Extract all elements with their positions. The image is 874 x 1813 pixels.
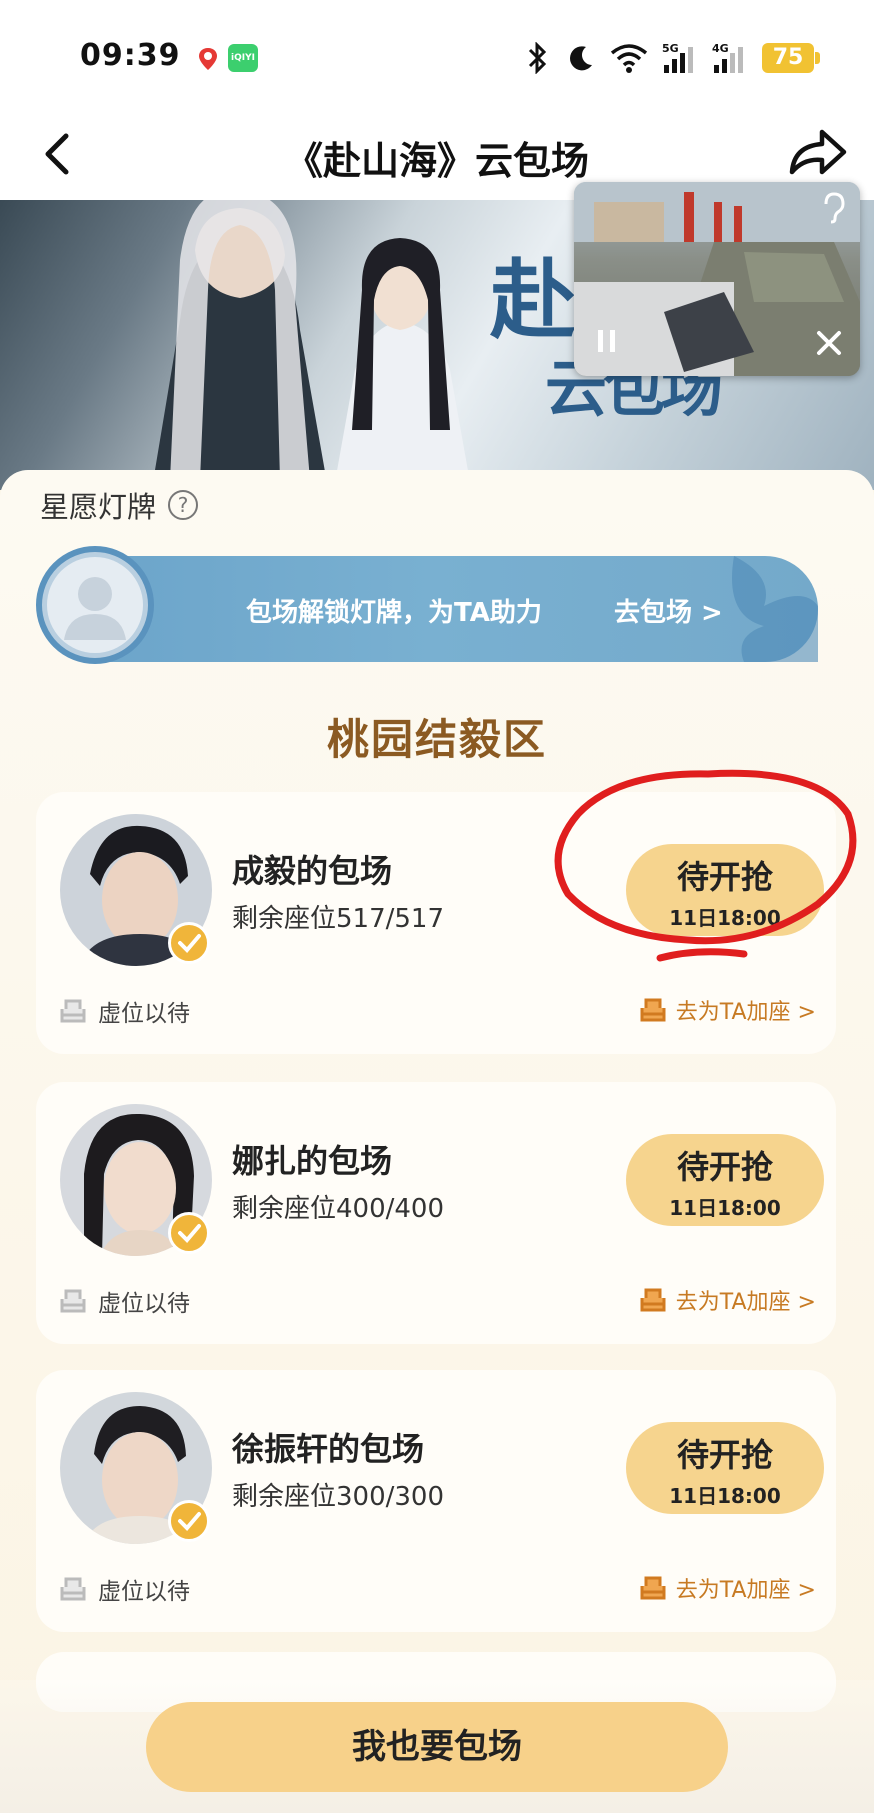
seat-icon (640, 1576, 666, 1600)
verified-badge-icon (168, 922, 210, 964)
help-icon[interactable]: ? (168, 490, 199, 520)
add-seat-label: 去为TA加座 > (675, 1000, 816, 1025)
signal-4g-icon: 4G (712, 42, 743, 73)
booking-name: 徐振轩的包场 (232, 1430, 425, 1468)
grab-button[interactable]: 待开抢 11日18:00 (626, 1134, 824, 1226)
grab-button-label: 待开抢 (676, 1436, 773, 1474)
unlock-text: 包场解锁灯牌，为TA助力 (246, 598, 542, 628)
floating-video-player[interactable] (574, 182, 860, 376)
placeholder-avatar (36, 546, 154, 664)
seats-remaining: 剩余座位300/300 (232, 1482, 445, 1512)
wifi-icon (610, 44, 648, 73)
status-icons: 5G 4G 75 (524, 40, 820, 76)
add-seat-label: 去为TA加座 > (675, 1290, 816, 1315)
seat-icon (60, 1289, 86, 1313)
add-seat-label: 去为TA加座 > (675, 1578, 816, 1603)
grab-button-label: 待开抢 (676, 1148, 773, 1186)
share-icon[interactable] (784, 122, 850, 182)
seat-icon (640, 998, 666, 1022)
iqiyi-app-icon: iQIYI (228, 44, 258, 72)
seats-remaining: 剩余座位400/400 (232, 1194, 445, 1224)
empty-seat-row: 虚位以待 (58, 1284, 190, 1318)
seat-icon (60, 999, 86, 1023)
verified-badge-icon (168, 1500, 210, 1542)
bluetooth-icon (528, 42, 547, 74)
status-bar: 09:39 iQIYI 5G 4G 75 (0, 0, 874, 110)
zone-title: 桃园结毅区 (326, 715, 547, 764)
empty-seat-label: 虚位以待 (98, 1001, 190, 1027)
close-icon[interactable] (812, 326, 846, 360)
seats-remaining: 剩余座位517/517 (232, 904, 445, 934)
seat-icon (60, 1577, 86, 1601)
go-booking-link[interactable]: 去包场 > (614, 592, 723, 629)
empty-seat-row: 虚位以待 (58, 1572, 190, 1606)
character-illustration (333, 238, 472, 490)
grab-button-time: 11日18:00 (669, 1484, 781, 1508)
booking-card: 徐振轩的包场 剩余座位300/300 待开抢 11日18:00 虚位以待 去为T… (36, 1370, 836, 1632)
moon-icon (570, 46, 592, 71)
verified-badge-icon (168, 1212, 210, 1254)
location-pin-icon (199, 48, 217, 70)
page-title: 《赴山海》云包场 (284, 139, 589, 183)
book-too-button[interactable]: 我也要包场 (146, 1702, 728, 1792)
battery-indicator: 75 (762, 43, 820, 73)
seat-icon (640, 1288, 666, 1312)
signal-5g-icon: 5G (662, 42, 693, 73)
status-time: 09:39 (80, 38, 181, 73)
section-header: 星愿灯牌 ? (40, 484, 199, 526)
grab-button-time: 11日18:00 (669, 1196, 781, 1220)
add-seat-link[interactable]: 去为TA加座 > (638, 1284, 816, 1316)
empty-seat-label: 虚位以待 (98, 1579, 190, 1605)
svg-text:4G: 4G (712, 42, 729, 55)
empty-seat-label: 虚位以待 (98, 1291, 190, 1317)
empty-seat-row: 虚位以待 (58, 994, 190, 1028)
pause-icon[interactable] (592, 326, 622, 356)
add-seat-link[interactable]: 去为TA加座 > (638, 1572, 816, 1604)
ear-icon[interactable] (816, 190, 850, 224)
booking-name: 娜扎的包场 (232, 1142, 393, 1180)
booking-card: 娜扎的包场 剩余座位400/400 待开抢 11日18:00 虚位以待 去为TA… (36, 1082, 836, 1344)
grab-button[interactable]: 待开抢 11日18:00 (626, 1422, 824, 1514)
add-seat-link[interactable]: 去为TA加座 > (638, 994, 816, 1026)
booking-name: 成毅的包场 (232, 852, 393, 890)
section-title: 星愿灯牌 (40, 490, 157, 524)
red-annotation-circle (554, 769, 857, 962)
svg-text:5G: 5G (662, 42, 679, 55)
user-silhouette-icon (47, 557, 143, 653)
